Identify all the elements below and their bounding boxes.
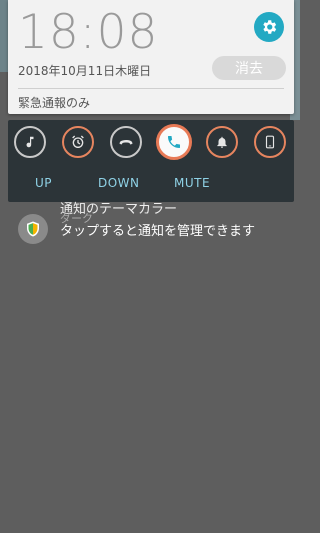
up-label[interactable]: UP (35, 176, 52, 190)
down-label[interactable]: DOWN (98, 176, 140, 190)
emergency-only-text: 緊急通報のみ (18, 96, 91, 110)
call-end-mode-button[interactable] (110, 126, 142, 158)
sound-mode-panel: UP DOWN MUTE (8, 120, 294, 202)
bell-mode-button[interactable] (206, 126, 238, 158)
shield-icon (27, 221, 39, 237)
call-end-icon (119, 140, 133, 145)
gear-icon (263, 20, 277, 34)
settings-button[interactable] (254, 12, 284, 42)
header-divider (18, 88, 284, 89)
alarm-mode-button[interactable] (62, 126, 94, 158)
music-note-icon (26, 136, 34, 148)
music-mode-button[interactable] (14, 126, 46, 158)
smartphone-icon (265, 135, 275, 149)
mute-label[interactable]: MUTE (174, 176, 210, 190)
app-icon (18, 214, 48, 244)
phone-mode-button[interactable] (156, 124, 192, 160)
status-header-card: 18:08 2018年10月11日木曜日 消去 緊急通報のみ (8, 0, 294, 114)
clock-time: 18:08 (18, 5, 159, 60)
vibrate-mode-button[interactable] (254, 126, 286, 158)
notification-body: タップすると通知を管理できます (60, 224, 256, 239)
alarm-clock-icon (72, 135, 84, 148)
clear-all-button[interactable]: 消去 (212, 56, 286, 80)
clock-date: 2018年10月11日木曜日 (18, 64, 152, 78)
bell-icon (217, 136, 227, 148)
notification-item[interactable]: 通知のテーマカラー ダーク タップすると通知を管理できます (14, 198, 294, 250)
phone-icon (168, 136, 180, 148)
